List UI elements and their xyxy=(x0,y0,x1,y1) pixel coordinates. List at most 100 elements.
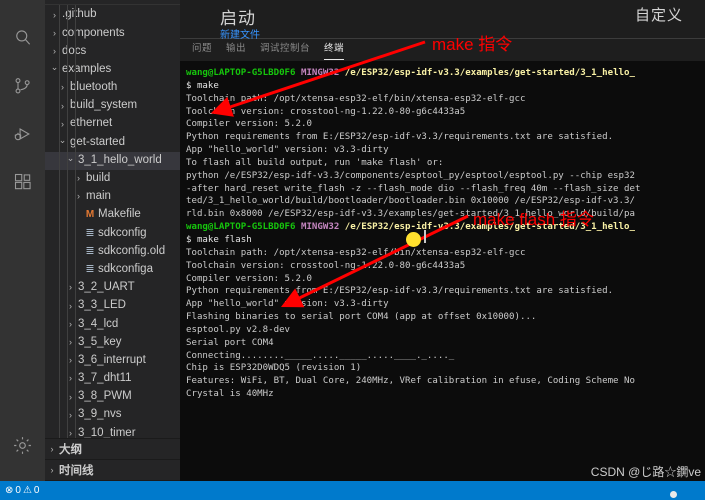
tree-item-build-system[interactable]: › build_system xyxy=(45,97,180,115)
terminal-line: Chip is ESP32D0WDQ5 (revision 1) xyxy=(186,363,362,374)
tree-item-label: build_system xyxy=(70,99,138,112)
tree-item-3-5-key[interactable]: › 3_5_key xyxy=(45,333,180,351)
terminal-line: Connecting........_____....._____.....__… xyxy=(186,350,455,361)
terminal-line: To flash all build output, run 'make fla… xyxy=(186,157,444,168)
tree-item-label: 3_5_key xyxy=(78,335,122,348)
tree-item-label: 3_6_interrupt xyxy=(78,353,146,366)
sidebar-collapsed-sections: › 大纲 › 时间线 xyxy=(45,438,180,481)
tree-item-sdkconfig[interactable]: ≣ sdkconfig xyxy=(45,224,180,242)
tree-item--github[interactable]: › .github xyxy=(45,6,180,24)
terminal-line: rld.bin 0x8000 /e/ESP32/esp-idf-v3.3/exa… xyxy=(186,209,635,220)
terminal-line: App "hello_world" version: v3.3-dirty xyxy=(186,145,389,156)
tree-item-3-6-interrupt[interactable]: › 3_6_interrupt xyxy=(45,352,180,370)
panel-tab-2[interactable]: 调试控制台 xyxy=(260,44,310,56)
terminal-line: $ make xyxy=(186,80,219,91)
activity-bar xyxy=(0,0,45,481)
terminal-line: wang@LAPTOP-G5LBD0F6 MINGW32 /e/ESP32/es… xyxy=(186,67,705,80)
panel-tab-3[interactable]: 终端 xyxy=(324,44,345,60)
tree-item-examples[interactable]: ⌄ examples xyxy=(45,61,180,79)
error-count: 0 xyxy=(15,485,21,496)
tree-item-3-2-uart[interactable]: › 3_2_UART xyxy=(45,279,180,297)
terminal-line: wang@LAPTOP-G5LBD0F6 MINGW32 /e/ESP32/es… xyxy=(186,221,705,234)
customize-heading: 自定义 xyxy=(634,7,683,24)
warning-count: 0 xyxy=(33,485,40,496)
tree-item-3-4-lcd[interactable]: › 3_4_lcd xyxy=(45,315,180,333)
terminal-line: esptool.py v2.8-dev xyxy=(186,324,291,335)
config-file-icon: ≣ xyxy=(85,226,95,239)
terminal-output[interactable]: wang@LAPTOP-G5LBD0F6 MINGW32 /e/ESP32/es… xyxy=(180,61,705,481)
search-icon[interactable] xyxy=(0,14,45,62)
welcome-header: 启动 自定义 新建文件 xyxy=(180,0,705,41)
tree-item-label: sdkconfiga xyxy=(98,262,153,275)
chevron-right-icon[interactable]: › xyxy=(45,465,59,475)
panel-tab-0[interactable]: 问题 xyxy=(192,44,212,56)
terminal-shell: MINGW32 xyxy=(300,222,340,233)
window-body: ›.github›components›docs⌄examples›blueto… xyxy=(0,0,705,481)
tree-item-3-7-dht11[interactable]: › 3_7_dht11 xyxy=(45,370,180,388)
tree-item-main[interactable]: › main xyxy=(45,188,180,206)
sidebar-section-1[interactable]: › 时间线 xyxy=(45,460,180,481)
tree-item-bluetooth[interactable]: › bluetooth xyxy=(45,79,180,97)
chevron-down-icon[interactable]: ⌄ xyxy=(49,63,60,72)
terminal-line: Python requirements from E:/ESP32/esp-id… xyxy=(186,286,614,297)
chevron-down-icon[interactable]: ⌄ xyxy=(57,135,68,145)
sidebar-section-0[interactable]: › 大纲 xyxy=(45,439,180,460)
terminal-line: Crystal is 40MHz xyxy=(186,389,274,400)
terminal-line: Toolchain version: crosstool-ng-1.22.0-8… xyxy=(186,260,466,271)
terminal-line: Features: WiFi, BT, Dual Core, 240MHz, V… xyxy=(186,376,635,387)
terminal-user: wang@LAPTOP-G5LBD0F6 xyxy=(186,222,296,233)
terminal-line: Python requirements from E:/ESP32/esp-id… xyxy=(186,132,614,143)
manage-gear-icon[interactable] xyxy=(0,433,45,481)
chevron-down-icon[interactable]: ⌄ xyxy=(65,154,76,163)
terminal-user: wang@LAPTOP-G5LBD0F6 xyxy=(186,68,296,78)
new-file-link[interactable]: 新建文件 xyxy=(220,26,260,41)
tree-item-label: 3_10_timer xyxy=(78,426,136,438)
terminal-line: Compiler version: 5.2.0 xyxy=(186,273,312,284)
terminal-shell: MINGW32 xyxy=(300,68,340,78)
status-bar: ⊗ 0 ⚠ 0 xyxy=(0,481,705,500)
tree-item-label: sdkconfig xyxy=(98,226,147,239)
warning-icon: ⚠ xyxy=(22,485,32,496)
tree-item-get-started[interactable]: ⌄ get-started xyxy=(45,133,180,151)
tree-item-3-3-led[interactable]: › 3_3_LED xyxy=(45,297,180,315)
tree-item-docs[interactable]: ›docs xyxy=(45,42,180,60)
tree-item-3-9-nvs[interactable]: › 3_9_nvs xyxy=(45,406,180,424)
tree-item-sdkconfig-old[interactable]: ≣ sdkconfig.old xyxy=(45,242,180,260)
panel-tab-1[interactable]: 输出 xyxy=(226,44,246,56)
sidebar-section-label: 大纲 xyxy=(59,444,82,456)
sidebar-section-label: 时间线 xyxy=(59,465,94,477)
indent-guide xyxy=(75,5,76,438)
config-file-icon: ≣ xyxy=(85,263,95,276)
tree-item-label: components xyxy=(62,26,125,39)
terminal-path: /e/ESP32/esp-idf-v3.3/examples/get-start… xyxy=(344,68,635,78)
config-file-icon: ≣ xyxy=(85,245,95,258)
tree-item-makefile[interactable]: M Makefile xyxy=(45,206,180,224)
tree-item-sdkconfiga[interactable]: ≣ sdkconfiga xyxy=(45,261,180,279)
run-debug-icon[interactable] xyxy=(0,110,45,158)
tree-item-label: 3_3_LED xyxy=(78,299,126,312)
vscode-window: ›.github›components›docs⌄examples›blueto… xyxy=(0,0,705,500)
tree-item-label: 3_9_nvs xyxy=(78,408,122,421)
tree-item-build[interactable]: › build xyxy=(45,170,180,188)
terminal-line: Compiler version: 5.2.0 xyxy=(186,119,312,130)
chevron-right-icon[interactable]: › xyxy=(45,444,59,454)
tree-item-ethernet[interactable]: › ethernet xyxy=(45,115,180,133)
source-control-icon[interactable] xyxy=(0,62,45,110)
terminal-line: Toolchain version: crosstool-ng-1.22.0-8… xyxy=(186,106,466,117)
tree-item-3-1-hello-world[interactable]: ⌄ 3_1_hello_world xyxy=(45,151,180,170)
tree-item-components[interactable]: › components xyxy=(45,24,180,42)
tree-item-3-8-pwm[interactable]: › 3_8_PWM xyxy=(45,388,180,406)
extensions-icon[interactable] xyxy=(0,158,45,206)
file-tree[interactable]: ›.github›components›docs⌄examples›blueto… xyxy=(45,5,180,438)
tree-item-3-10-timer[interactable]: › 3_10_timer xyxy=(45,424,180,438)
watermark: CSDN @じ路☆鐦ve xyxy=(590,465,701,479)
tree-item-label: 3_7_dht11 xyxy=(78,372,132,385)
status-problems[interactable]: ⊗ 0 ⚠ 0 xyxy=(5,485,39,496)
tree-item-label: bluetooth xyxy=(70,81,118,94)
terminal-line: Serial port COM4 xyxy=(186,337,274,348)
terminal-line: -after hard_reset write_flash -z --flash… xyxy=(186,183,641,194)
tree-item-label: get-started xyxy=(70,135,125,148)
main-area: 启动 自定义 新建文件 问题 输出 调试控制台 终端 wang@LAPTOP-G5LB… xyxy=(180,0,705,481)
error-icon: ⊗ xyxy=(5,485,14,496)
terminal-line: Toolchain path: /opt/xtensa-esp32-elf/bi… xyxy=(186,93,526,104)
